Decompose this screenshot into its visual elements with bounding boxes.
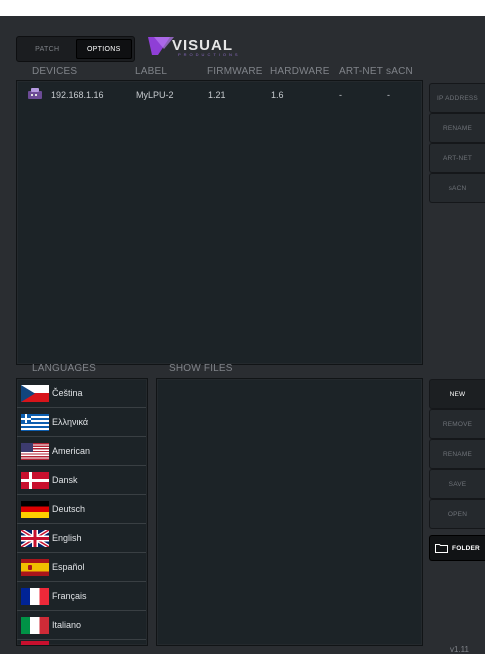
language-item-espanol[interactable]: Español <box>17 553 146 582</box>
language-label: American <box>52 446 91 456</box>
language-label: Español <box>52 562 85 572</box>
file-actions: NEW REMOVE RENAME SAVE OPEN FOLDER <box>429 379 485 561</box>
showfiles-header: SHOW FILES <box>169 363 233 374</box>
open-button[interactable]: OPEN <box>429 499 485 529</box>
us-flag-icon <box>21 442 49 460</box>
device-firmware: 1.21 <box>208 90 226 100</box>
danish-flag-icon <box>21 471 49 489</box>
table-row[interactable]: 192.168.1.16 MyLPU-2 1.21 1.6 - - <box>17 81 422 107</box>
language-item-greek[interactable]: Ελληνικά <box>17 408 146 437</box>
remove-button[interactable]: REMOVE <box>429 409 485 439</box>
folder-icon <box>435 544 449 553</box>
languages-list: Čeština Ελληνικά American Dansk Deutsch … <box>16 378 148 646</box>
language-label: Français <box>52 591 87 601</box>
devices-table: 192.168.1.16 MyLPU-2 1.21 1.6 - - <box>16 80 423 365</box>
device-artnet: - <box>339 90 342 100</box>
device-sacn: - <box>387 90 390 100</box>
tab-options[interactable]: OPTIONS <box>75 39 132 59</box>
language-label: Deutsch <box>52 504 86 514</box>
visual-productions-logo: VISUAL PRODUCTIONS <box>148 36 238 60</box>
uk-flag-icon <box>21 529 49 547</box>
save-button[interactable]: SAVE <box>429 469 485 499</box>
french-flag-icon <box>21 587 49 605</box>
language-label: Dansk <box>52 475 78 485</box>
rename-file-button[interactable]: RENAME <box>429 439 485 469</box>
folder-button[interactable]: FOLDER <box>429 535 485 561</box>
language-label: Ελληνικά <box>52 417 89 427</box>
german-flag-icon <box>21 500 49 518</box>
device-ip: 192.168.1.16 <box>51 90 104 100</box>
devices-header: DEVICES <box>32 66 78 77</box>
language-item-italiano[interactable]: Italiano <box>17 611 146 640</box>
firmware-header: FIRMWARE <box>207 66 263 77</box>
folder-label: FOLDER <box>452 544 480 552</box>
languages-header: LANGUAGES <box>32 363 97 374</box>
device-icon <box>28 88 42 99</box>
device-hardware: 1.6 <box>271 90 284 100</box>
sacn-header: sACN <box>386 66 413 77</box>
language-label: Italiano <box>52 620 82 630</box>
next-flag-partial-icon <box>21 641 49 645</box>
greek-flag-icon <box>21 413 49 431</box>
italian-flag-icon <box>21 616 49 634</box>
language-item-cestina[interactable]: Čeština <box>17 379 146 408</box>
czech-flag-icon <box>21 384 49 402</box>
language-item-deutsch[interactable]: Deutsch <box>17 495 146 524</box>
device-actions: IP ADDRESS RENAME ART-NET sACN <box>429 83 485 203</box>
logo-subtitle: PRODUCTIONS <box>178 52 241 57</box>
new-button[interactable]: NEW <box>429 379 485 409</box>
mode-switch: PATCH OPTIONS <box>16 36 135 62</box>
language-label: English <box>52 533 82 543</box>
language-item-english[interactable]: English <box>17 524 146 553</box>
language-item-american[interactable]: American <box>17 437 146 466</box>
showfiles-list[interactable] <box>156 378 423 646</box>
tab-patch[interactable]: PATCH <box>19 39 76 59</box>
hardware-header: HARDWARE <box>270 66 330 77</box>
device-label: MyLPU-2 <box>136 90 174 100</box>
sacn-button[interactable]: sACN <box>429 173 485 203</box>
ip-address-button[interactable]: IP ADDRESS <box>429 83 485 113</box>
mode-segmented-control: PATCH OPTIONS <box>16 36 135 62</box>
artnet-button[interactable]: ART-NET <box>429 143 485 173</box>
spanish-flag-icon <box>21 558 49 576</box>
artnet-header: ART-NET <box>339 66 383 77</box>
language-item-francais[interactable]: Français <box>17 582 146 611</box>
label-header: LABEL <box>135 66 168 77</box>
language-label: Čeština <box>52 388 83 398</box>
version-label: v1.11 <box>450 645 469 654</box>
language-item-dansk[interactable]: Dansk <box>17 466 146 495</box>
logo-mark-icon <box>148 37 174 55</box>
rename-device-button[interactable]: RENAME <box>429 113 485 143</box>
app-window: PATCH OPTIONS VISUAL PRODUCTIONS DEVICES… <box>0 16 485 654</box>
